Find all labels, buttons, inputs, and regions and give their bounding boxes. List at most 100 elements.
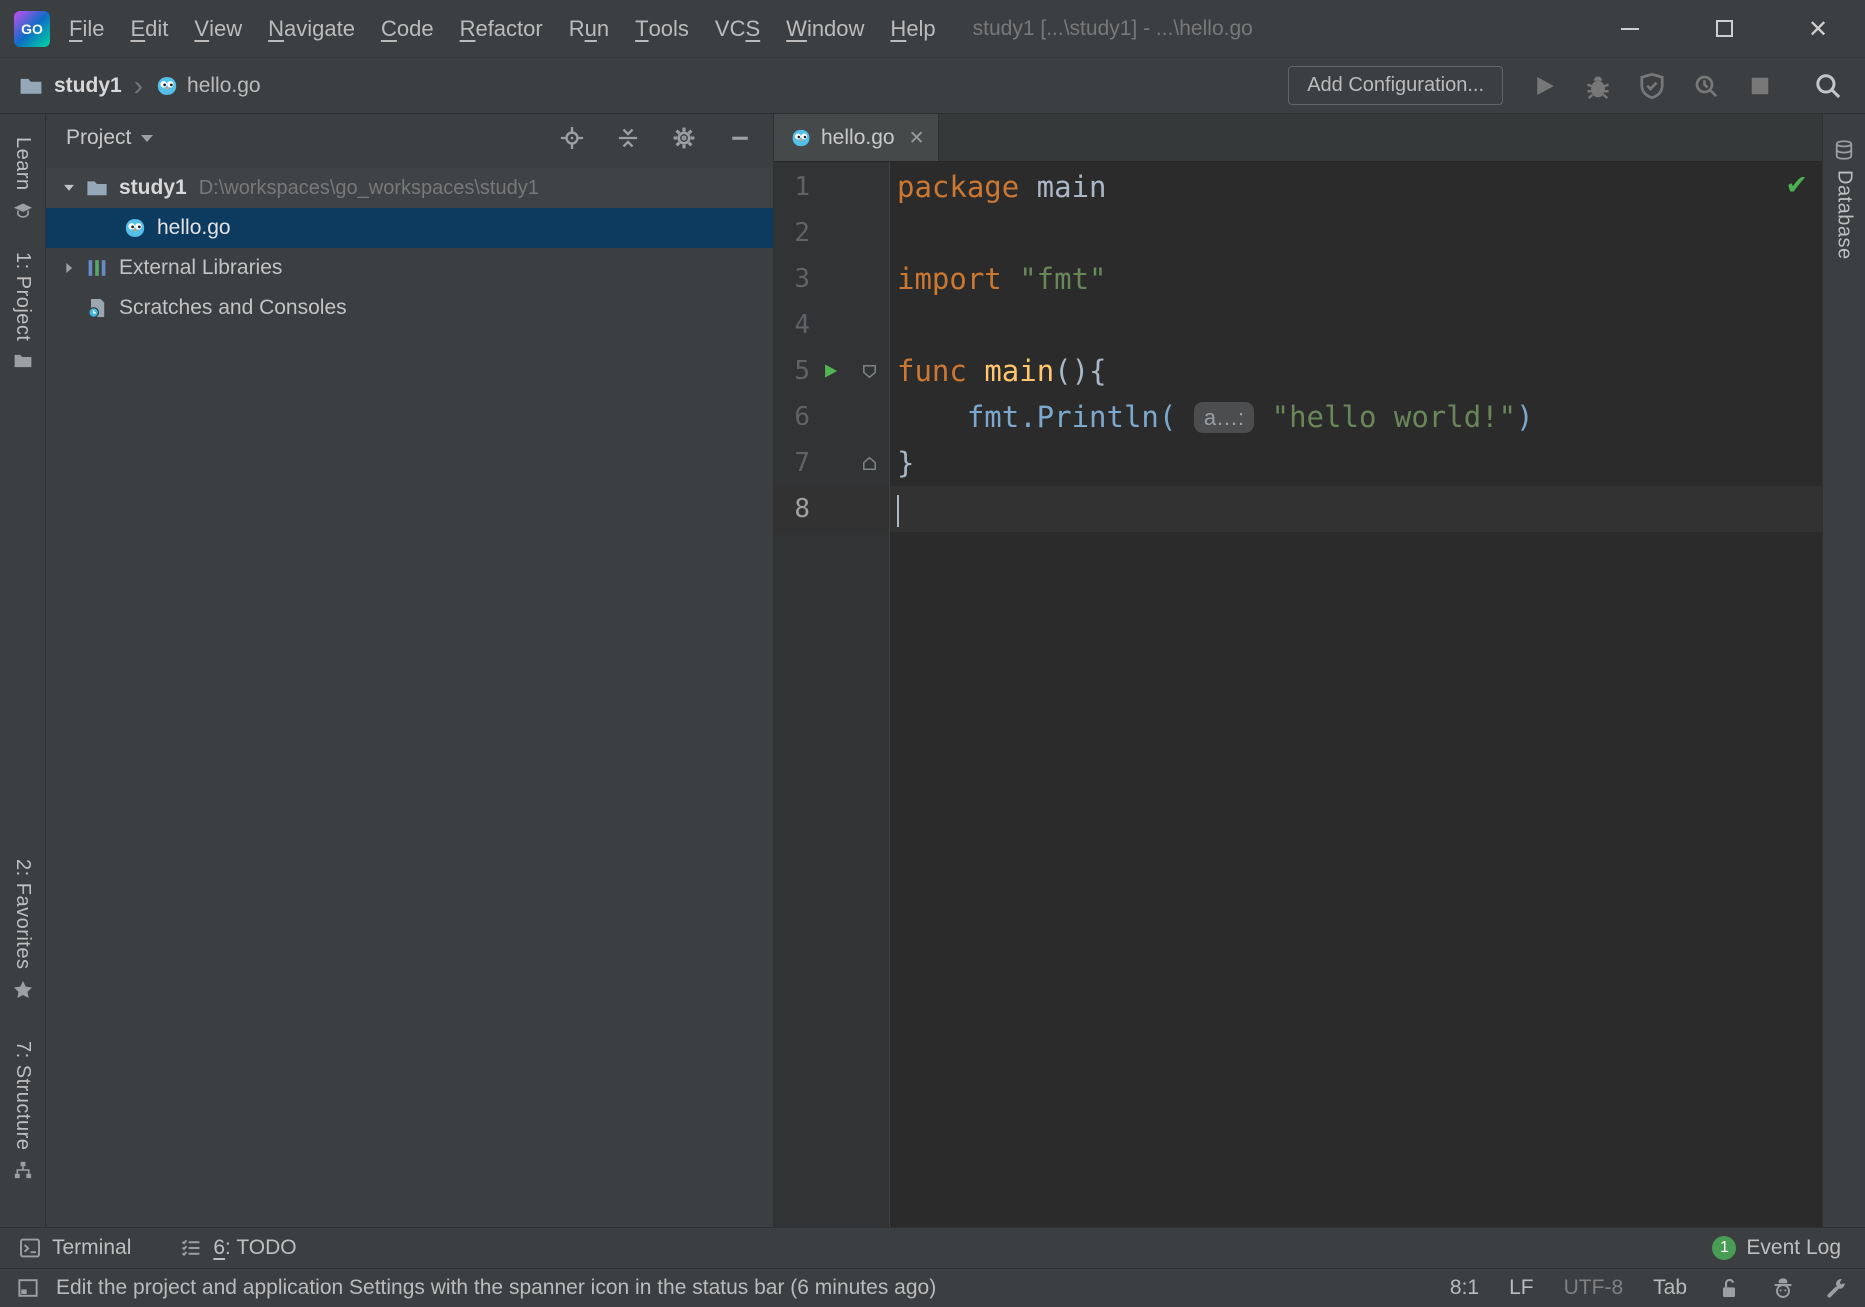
select-opened-file-icon[interactable] <box>559 125 585 151</box>
close-tab-icon[interactable]: ✕ <box>909 127 925 149</box>
tool-stripe-label: 2: Favorites <box>11 859 34 969</box>
tool-stripe-label: 1: Project <box>11 252 34 341</box>
tree-item-hello-go[interactable]: hello.go <box>46 208 773 248</box>
collapse-all-icon[interactable] <box>615 125 641 151</box>
menu-edit[interactable]: Edit <box>117 0 181 57</box>
menu-refactor[interactable]: Refactor <box>447 0 556 57</box>
editor-tab-hello-go[interactable]: hello.go ✕ <box>774 114 939 161</box>
fold-marker-icon[interactable] <box>850 452 888 474</box>
tool-stripe-learn[interactable]: Learn <box>11 137 34 222</box>
tree-item-label: study1 <box>119 176 187 200</box>
line-number: 8 <box>774 494 810 524</box>
code-line-4[interactable]: 4 <box>774 302 1822 348</box>
fold-marker-icon[interactable] <box>850 360 888 382</box>
goland-ide-window: GO FileEditViewNavigateCodeRefactorRunTo… <box>0 0 1865 1307</box>
goland-logo-icon[interactable]: GO <box>14 11 50 47</box>
editor-tab-label: hello.go <box>821 126 895 150</box>
tool-button-terminal[interactable]: Terminal <box>18 1236 131 1260</box>
settings-gear-icon[interactable] <box>671 125 697 151</box>
status-message[interactable]: Edit the project and application Setting… <box>56 1276 936 1300</box>
project-panel-title[interactable]: Project <box>66 126 131 150</box>
project-panel-actions <box>559 125 753 151</box>
scratches-icon <box>84 296 110 320</box>
hector-inspector-icon[interactable] <box>1771 1276 1795 1300</box>
wrench-icon[interactable] <box>1825 1276 1849 1300</box>
code-line-8[interactable]: 8 <box>774 486 1822 532</box>
file-encoding[interactable]: UTF-8 <box>1564 1276 1624 1300</box>
menu-navigate[interactable]: Navigate <box>255 0 368 57</box>
code-line-2[interactable]: 2 <box>774 210 1822 256</box>
breadcrumb-project[interactable]: study1 <box>54 74 122 98</box>
caret-position[interactable]: 8:1 <box>1450 1276 1479 1300</box>
minimize-button[interactable] <box>1583 0 1677 57</box>
text-caret <box>897 495 899 527</box>
maximize-icon <box>1716 20 1733 37</box>
tool-stripe-database[interactable]: Database <box>1833 139 1856 260</box>
maximize-button[interactable] <box>1677 0 1771 57</box>
menu-file[interactable]: File <box>56 0 117 57</box>
code-line-7[interactable]: 7} <box>774 440 1822 486</box>
expand-arrow-icon[interactable] <box>54 257 84 279</box>
tree-indent <box>54 297 84 319</box>
line-number: 6 <box>774 402 810 432</box>
tool-button-label: Event Log <box>1746 1236 1841 1260</box>
tool-button-6-todo[interactable]: 6: TODO <box>179 1236 296 1260</box>
tool-button-event-log[interactable]: 1Event Log <box>1712 1236 1841 1260</box>
breadcrumb-file[interactable]: hello.go <box>187 74 261 98</box>
debug-icon[interactable] <box>1583 71 1613 101</box>
tree-item-study1[interactable]: study1 D:\workspaces\go_workspaces\study1 <box>46 168 773 208</box>
code-line-3[interactable]: 3import "fmt" <box>774 256 1822 302</box>
window-controls: ✕ <box>1583 0 1865 57</box>
tool-button-label: 6: TODO <box>213 1236 296 1260</box>
menu-view[interactable]: View <box>181 0 255 57</box>
code-editor[interactable]: 1package main23import "fmt" 4 5func main()… <box>774 162 1822 1227</box>
library-icon <box>84 256 110 280</box>
stop-icon[interactable] <box>1745 71 1775 101</box>
menu-help[interactable]: Help <box>877 0 948 57</box>
inspections-ok-icon[interactable]: ✔ <box>1785 170 1808 201</box>
chevron-down-icon[interactable] <box>141 135 153 142</box>
code-text: package main <box>888 170 1107 204</box>
right-tool-stripe: Database <box>1822 114 1865 1227</box>
search-everywhere-icon[interactable] <box>1813 71 1843 101</box>
editor-tab-bar: hello.go ✕ <box>774 114 1822 162</box>
code-line-6[interactable]: 6 fmt.Println( a…: "hello world!") <box>774 394 1822 440</box>
code-text: } <box>888 446 914 480</box>
menu-code[interactable]: Code <box>368 0 447 57</box>
menu-run[interactable]: Run <box>556 0 622 57</box>
indent-style[interactable]: Tab <box>1653 1276 1687 1300</box>
navigation-bar: study1 › hello.go Add Configuration... <box>0 58 1865 114</box>
tool-button-label: Terminal <box>52 1236 131 1260</box>
status-bar-widgets: 8:1 LF UTF-8 Tab <box>1450 1276 1849 1300</box>
tool-stripe-7-structure[interactable]: 7: Structure <box>11 1041 34 1181</box>
collapse-arrow-icon[interactable] <box>54 177 84 199</box>
tree-item-external-libraries[interactable]: External Libraries <box>46 248 773 288</box>
run-icon[interactable] <box>1529 71 1559 101</box>
line-number: 4 <box>774 310 810 340</box>
line-separator[interactable]: LF <box>1509 1276 1534 1300</box>
code-lines: 1package main23import "fmt" 4 5func main()… <box>774 162 1822 532</box>
run-main-icon[interactable] <box>810 359 850 383</box>
tool-stripe-1-project[interactable]: 1: Project <box>11 252 34 372</box>
menu-tools[interactable]: Tools <box>622 0 702 57</box>
tree-item-label: External Libraries <box>119 256 282 280</box>
hide-panel-icon[interactable] <box>727 125 753 151</box>
project-panel-header: Project <box>46 114 773 162</box>
run-controls <box>1517 71 1787 101</box>
tree-item-path: D:\workspaces\go_workspaces\study1 <box>199 177 539 200</box>
lock-open-icon[interactable] <box>1717 1276 1741 1300</box>
profile-icon[interactable] <box>1691 71 1721 101</box>
menu-window[interactable]: Window <box>773 0 877 57</box>
toolwindow-toggle-icon[interactable] <box>16 1276 40 1300</box>
breadcrumb-chevron-icon: › <box>134 72 143 100</box>
tool-stripe-2-favorites[interactable]: 2: Favorites <box>11 859 34 1000</box>
tree-item-scratches-and-consoles[interactable]: Scratches and Consoles <box>46 288 773 328</box>
code-line-5[interactable]: 5func main(){ <box>774 348 1822 394</box>
run-toolbar: Add Configuration... <box>1288 66 1847 105</box>
coverage-icon[interactable] <box>1637 71 1667 101</box>
close-window-button[interactable]: ✕ <box>1771 0 1865 57</box>
code-line-1[interactable]: 1package main <box>774 164 1822 210</box>
add-configuration-button[interactable]: Add Configuration... <box>1288 66 1503 105</box>
menu-vcs[interactable]: VCS <box>702 0 773 57</box>
tool-stripe-label: 7: Structure <box>11 1041 34 1150</box>
